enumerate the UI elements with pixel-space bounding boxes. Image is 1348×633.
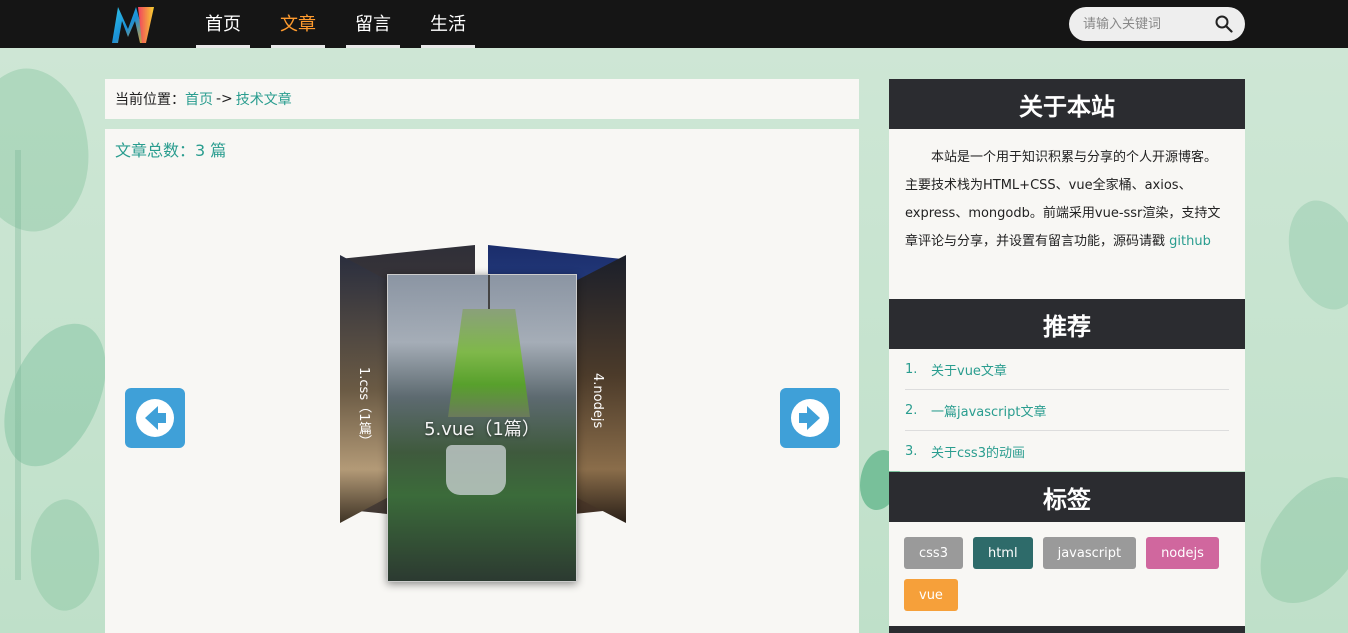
arrow-left-icon xyxy=(136,399,174,437)
background-leaf xyxy=(20,494,110,616)
sidebar-recommend-title: 推荐 xyxy=(889,299,1245,349)
arrow-right-icon xyxy=(791,399,829,437)
sidebar-tags-title: 标签 xyxy=(889,472,1245,522)
carousel-card-right-label: 4.nodejs xyxy=(590,373,605,429)
sidebar-tags-body: css3 html javascript nodejs vue xyxy=(889,522,1245,626)
recommend-item[interactable]: 2. 一篇javascript文章 xyxy=(905,390,1229,431)
breadcrumb-current-link[interactable]: 技术文章 xyxy=(236,89,292,109)
recommend-item[interactable]: 3. 关于css3的动画 xyxy=(905,431,1229,472)
tag-nodejs[interactable]: nodejs xyxy=(1146,537,1219,569)
breadcrumb-home-link[interactable]: 首页 xyxy=(185,89,213,109)
nav-home[interactable]: 首页 xyxy=(196,0,250,48)
sidebar-next-section-header xyxy=(889,626,1245,633)
sidebar-about-title: 关于本站 xyxy=(889,79,1245,129)
github-link[interactable]: github xyxy=(1169,234,1211,249)
recommend-item-label: 关于css3的动画 xyxy=(931,446,1025,461)
breadcrumb-prefix: 当前位置： xyxy=(115,92,185,108)
tag-html[interactable]: html xyxy=(972,537,1033,569)
search-box xyxy=(1069,7,1245,41)
tag-css3[interactable]: css3 xyxy=(904,537,963,569)
article-count: 文章总数：3 篇 xyxy=(115,141,227,160)
carousel-next-button[interactable] xyxy=(780,388,840,448)
article-panel: 文章总数：3 篇 1.css（1篇） 4.nodejs 5.vue（1篇） xyxy=(105,129,859,633)
tag-javascript[interactable]: javascript xyxy=(1042,537,1137,569)
search-input[interactable] xyxy=(1083,13,1213,35)
nav-articles[interactable]: 文章 xyxy=(271,0,325,48)
nav-messages[interactable]: 留言 xyxy=(346,0,400,48)
site-logo[interactable] xyxy=(110,3,156,45)
background-stem xyxy=(15,150,21,580)
card-image-lamp xyxy=(448,309,530,417)
top-navbar: 首页 文章 留言 生活 xyxy=(0,0,1348,48)
breadcrumb-separator: -> xyxy=(216,91,233,107)
recommend-item-number: 2. xyxy=(905,402,918,418)
search-icon[interactable] xyxy=(1215,15,1233,33)
main-nav: 首页 文章 留言 生活 xyxy=(196,0,496,48)
carousel-card-left-label: 1.css（1篇） xyxy=(356,367,371,448)
card-image-lamp-wire xyxy=(488,275,490,311)
about-text: 本站是一个用于知识积累与分享的个人开源博客。主要技术栈为HTML+CSS、vue… xyxy=(889,129,1245,256)
sidebar-recommend-list: 1. 关于vue文章 2. 一篇javascript文章 3. 关于css3的动… xyxy=(889,349,1245,471)
recommend-item-label: 关于vue文章 xyxy=(931,363,1007,379)
recommend-item-number: 3. xyxy=(905,444,918,459)
carousel-card-left[interactable]: 1.css（1篇） xyxy=(340,255,390,523)
tag-list: css3 html javascript nodejs vue xyxy=(889,522,1245,621)
recommend-item[interactable]: 1. 关于vue文章 xyxy=(905,349,1229,390)
carousel-prev-button[interactable] xyxy=(125,388,185,448)
carousel-card-front[interactable]: 5.vue（1篇） xyxy=(387,274,577,582)
background-leaf xyxy=(1244,457,1348,623)
recommend-item-number: 1. xyxy=(905,361,918,377)
carousel-card-right[interactable]: 4.nodejs xyxy=(574,255,626,523)
carousel-card-title: 5.vue（1篇） xyxy=(424,419,540,440)
card-image-cup xyxy=(446,445,506,495)
nav-life[interactable]: 生活 xyxy=(421,0,475,48)
recommend-item-label: 一篇javascript文章 xyxy=(931,404,1047,420)
background-leaf xyxy=(1270,190,1348,320)
tag-vue[interactable]: vue xyxy=(904,579,958,611)
sidebar-about-body: 本站是一个用于知识积累与分享的个人开源博客。主要技术栈为HTML+CSS、vue… xyxy=(889,129,1245,299)
breadcrumb: 当前位置： 首页 -> 技术文章 xyxy=(105,79,859,119)
